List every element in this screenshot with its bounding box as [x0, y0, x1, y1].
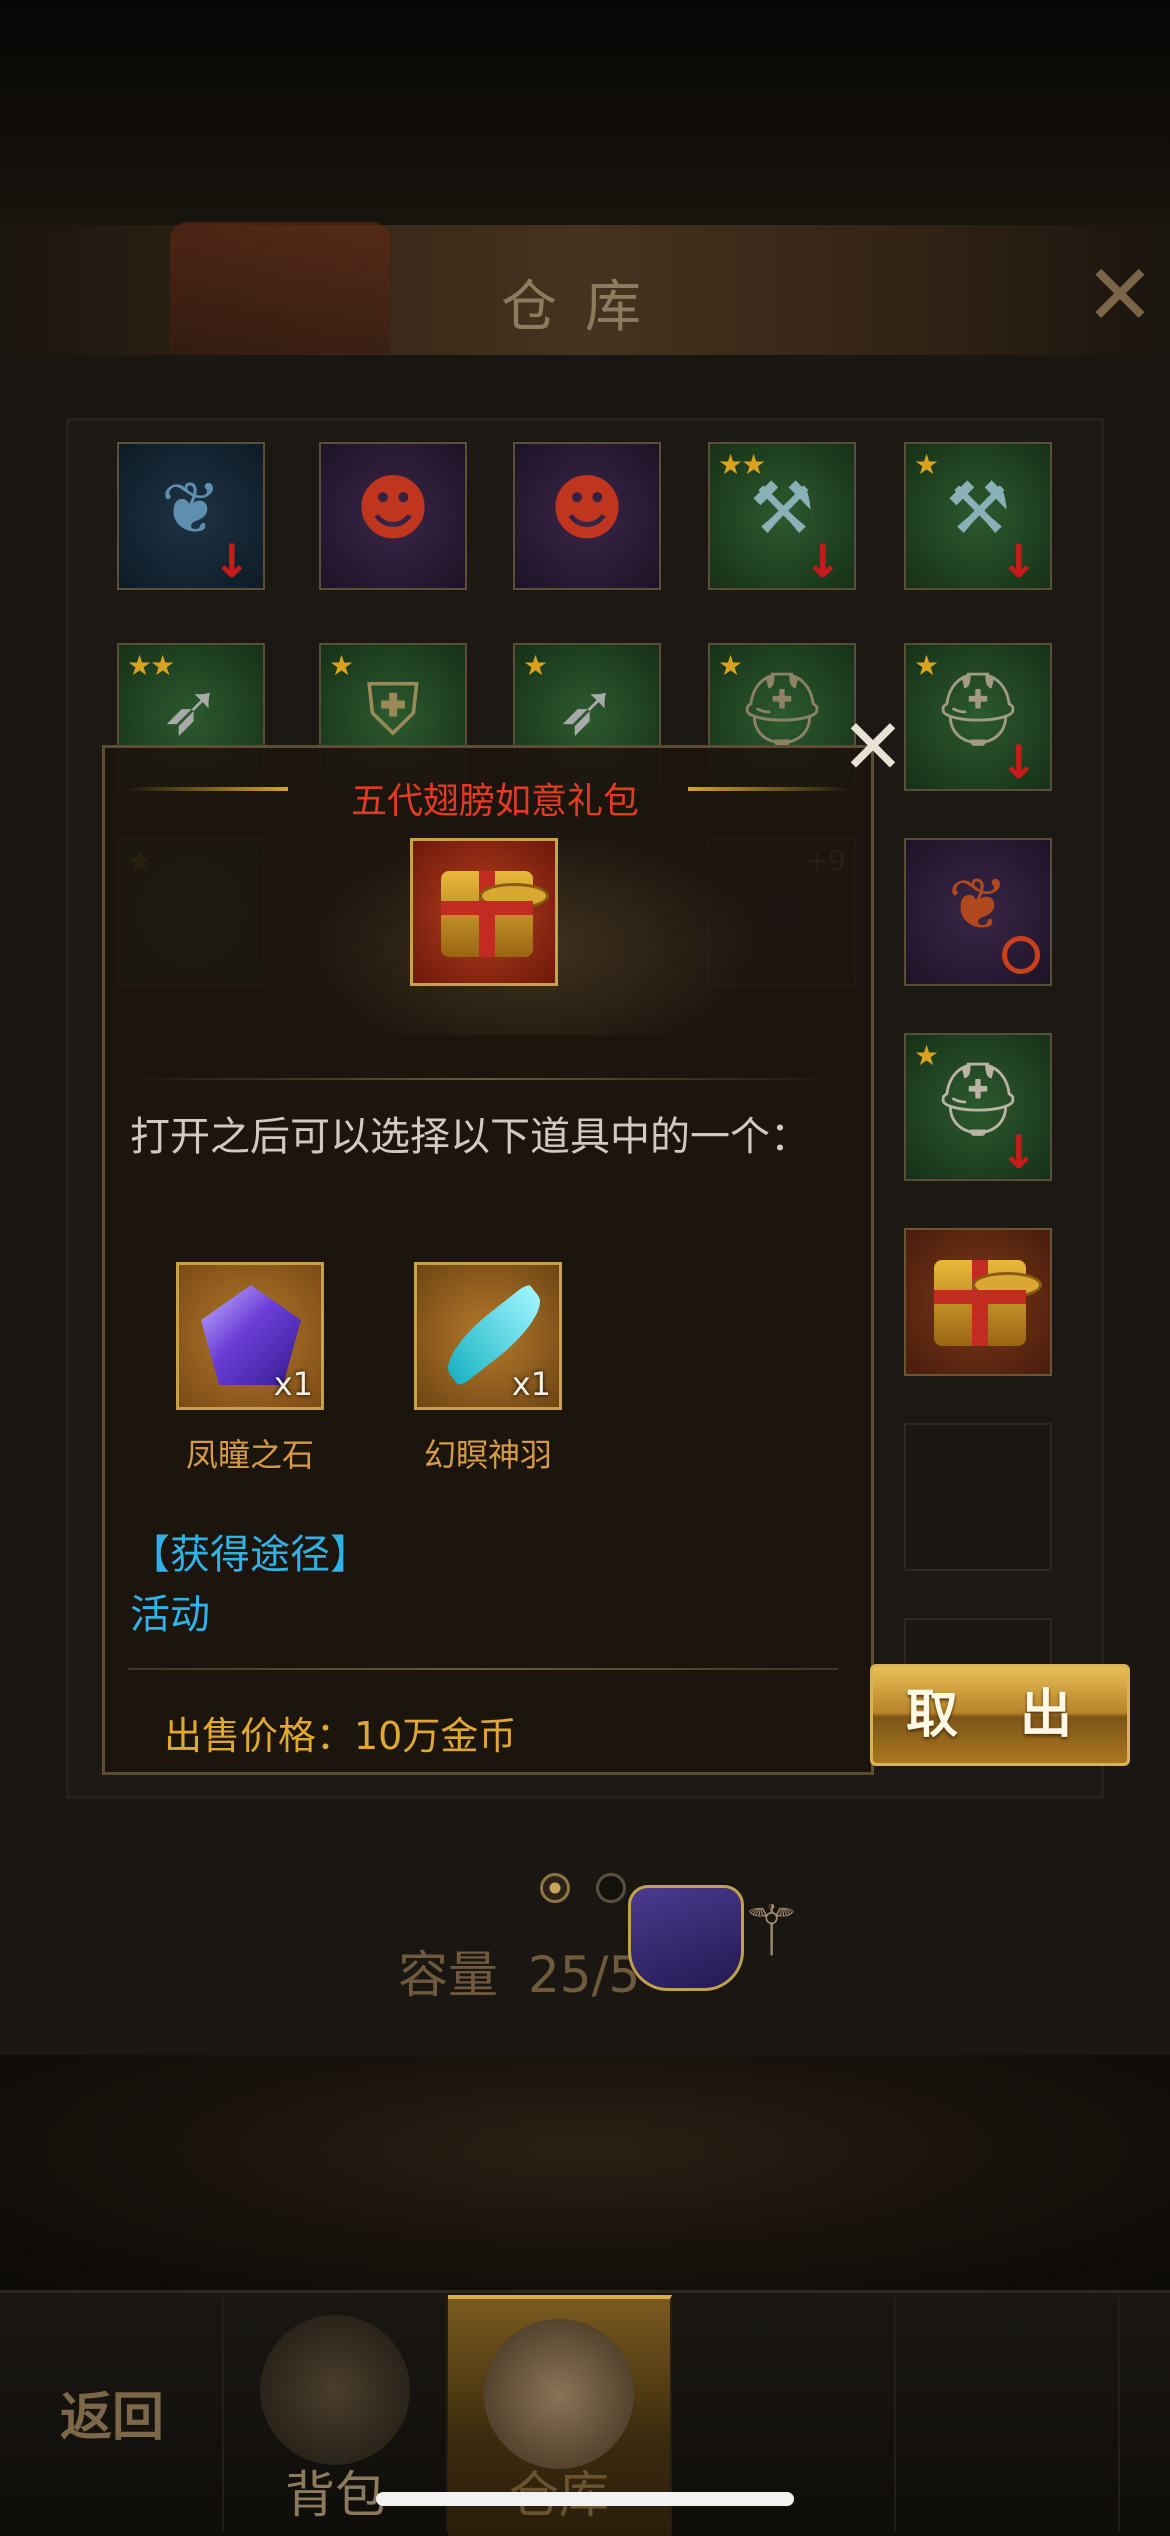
reward-slot[interactable]: x1	[414, 1262, 562, 1410]
item-slot-wings-blue[interactable]: ❦ ↓	[117, 442, 265, 590]
capacity-value: 25/5	[528, 1946, 641, 2004]
armor-icon: ⛨	[365, 667, 420, 751]
gift-box-icon	[441, 871, 549, 957]
dragged-staff-icon: ⚚	[740, 1890, 803, 1972]
wings-icon: ❦	[947, 862, 1009, 946]
capacity-label: 容量	[398, 1946, 498, 2004]
downgrade-arrow-icon: ↓	[999, 534, 1038, 588]
arrows-icon: ➶	[160, 667, 222, 751]
reward-item[interactable]: x1 幻瞑神羽	[414, 1262, 562, 1476]
item-slot-demon-mask[interactable]: ☻	[513, 442, 661, 590]
capacity-display: 容量 25/5	[398, 1935, 640, 2007]
reward-item[interactable]: x1 凤瞳之石	[176, 1262, 324, 1476]
reward-name: 凤瞳之石	[185, 1436, 314, 1474]
item-slot-gift-box[interactable]	[904, 1228, 1052, 1376]
demon-mask-icon: ☻	[355, 466, 431, 550]
reward-slot[interactable]: x1	[176, 1262, 324, 1410]
bag-icon	[260, 2315, 410, 2465]
back-label: 返回	[59, 2388, 164, 2448]
reward-name: 幻瞑神羽	[423, 1436, 552, 1474]
downgrade-arrow-icon: ↓	[803, 534, 842, 588]
sell-price: 出售价格：10万金币	[164, 1714, 517, 1758]
unusable-icon	[1002, 936, 1040, 974]
page-dot-active[interactable]	[540, 1873, 570, 1903]
warehouse-title: 仓库	[501, 275, 669, 340]
popup-item-slot	[410, 838, 558, 986]
home-indicator[interactable]	[376, 2492, 794, 2506]
item-slot-helmet[interactable]: ★ ⛑ ↓	[904, 1033, 1052, 1181]
item-slot-axe[interactable]: ★ ⚒ ↓	[904, 442, 1052, 590]
item-slot-demon-mask[interactable]: ☻	[319, 442, 467, 590]
item-slot-axe[interactable]: ★★ ⚒ ↓	[708, 442, 856, 590]
popup-title: 五代翅膀如意礼包	[350, 781, 639, 822]
divider	[128, 1078, 838, 1080]
title-ornament-line	[688, 787, 848, 791]
nav-storage-label: 仓库	[448, 2455, 670, 2527]
downgrade-arrow-icon: ↓	[212, 534, 251, 588]
demon-mask-icon: ☻	[549, 466, 625, 550]
source-value: 活动	[130, 1592, 210, 1638]
close-popup-icon[interactable]: ✕	[838, 709, 908, 785]
item-slot-wings-fire[interactable]: ❦	[904, 838, 1052, 986]
downgrade-arrow-icon: ↓	[999, 1125, 1038, 1179]
chest-icon	[484, 2319, 634, 2469]
close-warehouse-icon[interactable]: ✕	[1080, 253, 1160, 337]
nav-bag-label: 背包	[285, 2466, 385, 2524]
dragged-armor-icon[interactable]	[628, 1885, 744, 1991]
reward-count: x1	[511, 1365, 551, 1403]
empty-slot[interactable]	[904, 1618, 1052, 1670]
reward-count: x1	[273, 1365, 313, 1403]
title-ornament-line	[128, 787, 288, 791]
background-scene-bottom	[0, 2055, 1170, 2290]
empty-slot[interactable]	[904, 1423, 1052, 1571]
divider	[128, 1668, 838, 1670]
page-dot[interactable]	[596, 1873, 626, 1903]
nav-slot-empty	[896, 2295, 1120, 2532]
popup-description: 打开之后可以选择以下道具中的一个：	[130, 1114, 810, 1160]
take-out-button[interactable]: 取 出	[870, 1664, 1130, 1766]
arrows-icon: ➶	[556, 667, 618, 751]
item-slot-helmet[interactable]: ★ ⛑ ↓	[904, 643, 1052, 791]
gift-box-icon	[934, 1260, 1042, 1346]
downgrade-arrow-icon: ↓	[999, 735, 1038, 789]
source-title: 【获得途径】	[130, 1532, 370, 1578]
helmet-icon: ⛑	[736, 667, 828, 751]
